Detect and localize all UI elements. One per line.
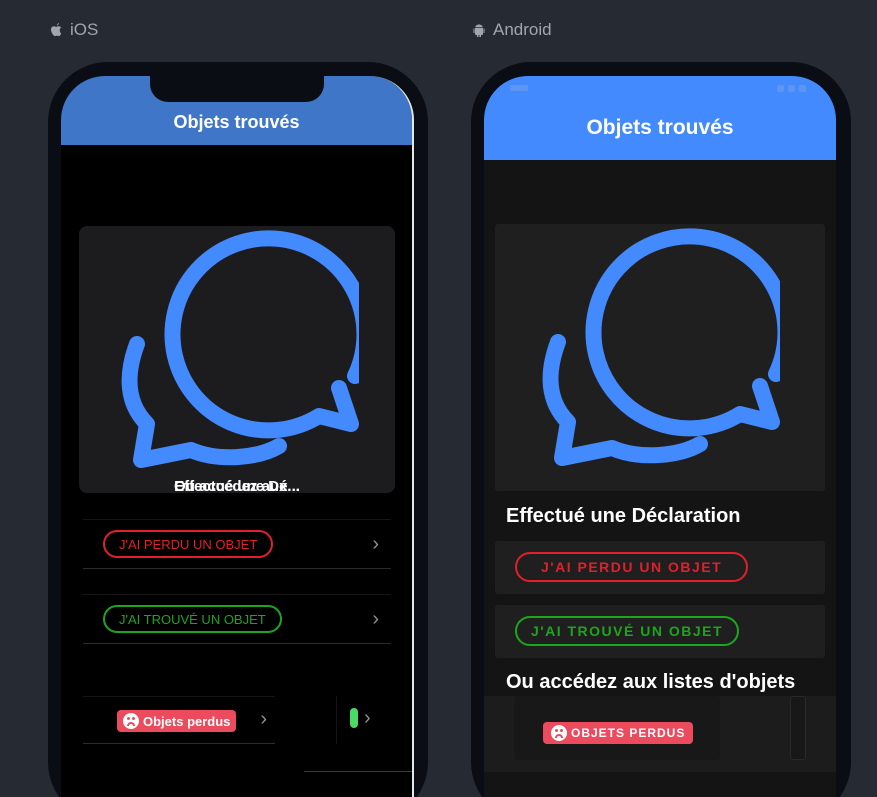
chevron-right-icon: › [364, 707, 371, 729]
ios-label-text: iOS [70, 20, 99, 39]
chat-bubbles-icon [542, 228, 780, 466]
ios-illustration-card: Effectué une Dé... Ou accédez aux... [79, 226, 395, 495]
declaration-heading: Effectué une Déclaration [506, 505, 741, 527]
android-lost-list-card[interactable]: OBJETS PERDUS [514, 696, 720, 760]
ios-platform-label: iOS [48, 20, 98, 40]
sad-face-icon [551, 725, 567, 741]
lists-heading: Ou accédez aux listes d'objets [506, 671, 796, 693]
ios-lost-row[interactable]: J'AI PERDU UN OBJET › [83, 519, 391, 569]
apple-icon [51, 23, 62, 37]
android-lists-carousel: OBJETS PERDUS [484, 696, 836, 772]
android-app-bar: Objets trouvés [484, 76, 836, 160]
lost-object-button[interactable]: J'AI PERDU UN OBJET [103, 530, 274, 558]
chevron-right-icon: › [260, 708, 267, 730]
chat-bubbles-icon [121, 230, 359, 468]
lost-object-button[interactable]: J'AI PERDU UN OBJET [515, 552, 749, 582]
ios-lost-list-item[interactable]: Objets perdus › [83, 696, 275, 744]
divider [336, 696, 337, 744]
found-object-button[interactable]: J'AI TROUVÉ UN OBJET [103, 605, 282, 633]
android-found-list-card[interactable] [790, 696, 806, 760]
ios-lists-heading: Ou accédez aux... [174, 478, 300, 495]
android-lost-row[interactable]: J'AI PERDU UN OBJET [495, 541, 825, 594]
status-bar-time [510, 85, 528, 91]
found-object-button[interactable]: J'AI TROUVÉ UN OBJET [515, 616, 740, 646]
android-label-text: Android [493, 20, 552, 39]
android-platform-label: Android [471, 20, 552, 40]
chevron-right-icon: › [372, 608, 379, 630]
android-found-row[interactable]: J'AI TROUVÉ UN OBJET [495, 605, 825, 658]
lost-objects-badge[interactable]: Objets perdus [117, 710, 237, 732]
found-objects-badge[interactable] [350, 708, 358, 728]
sad-face-icon [123, 713, 139, 729]
android-page-title: Objets trouvés [586, 116, 734, 139]
lost-objects-label: Objets perdus [143, 713, 231, 729]
lost-objects-label: OBJETS PERDUS [571, 726, 686, 740]
android-icon [473, 24, 485, 37]
android-screen: Objets trouvés Effectué une Déclaration … [484, 76, 836, 797]
chevron-right-icon: › [372, 533, 379, 555]
ios-notch [150, 76, 324, 102]
lost-objects-badge[interactable]: OBJETS PERDUS [543, 722, 694, 744]
status-bar-icons [777, 85, 806, 92]
ios-found-list-item[interactable]: › [304, 696, 412, 772]
ios-screen: Objets trouvés Effectué une Dé... Ou acc… [61, 76, 414, 797]
android-illustration-card [495, 224, 825, 491]
ios-page-title: Objets trouvés [173, 112, 300, 132]
ios-found-row[interactable]: J'AI TROUVÉ UN OBJET › [83, 594, 391, 644]
